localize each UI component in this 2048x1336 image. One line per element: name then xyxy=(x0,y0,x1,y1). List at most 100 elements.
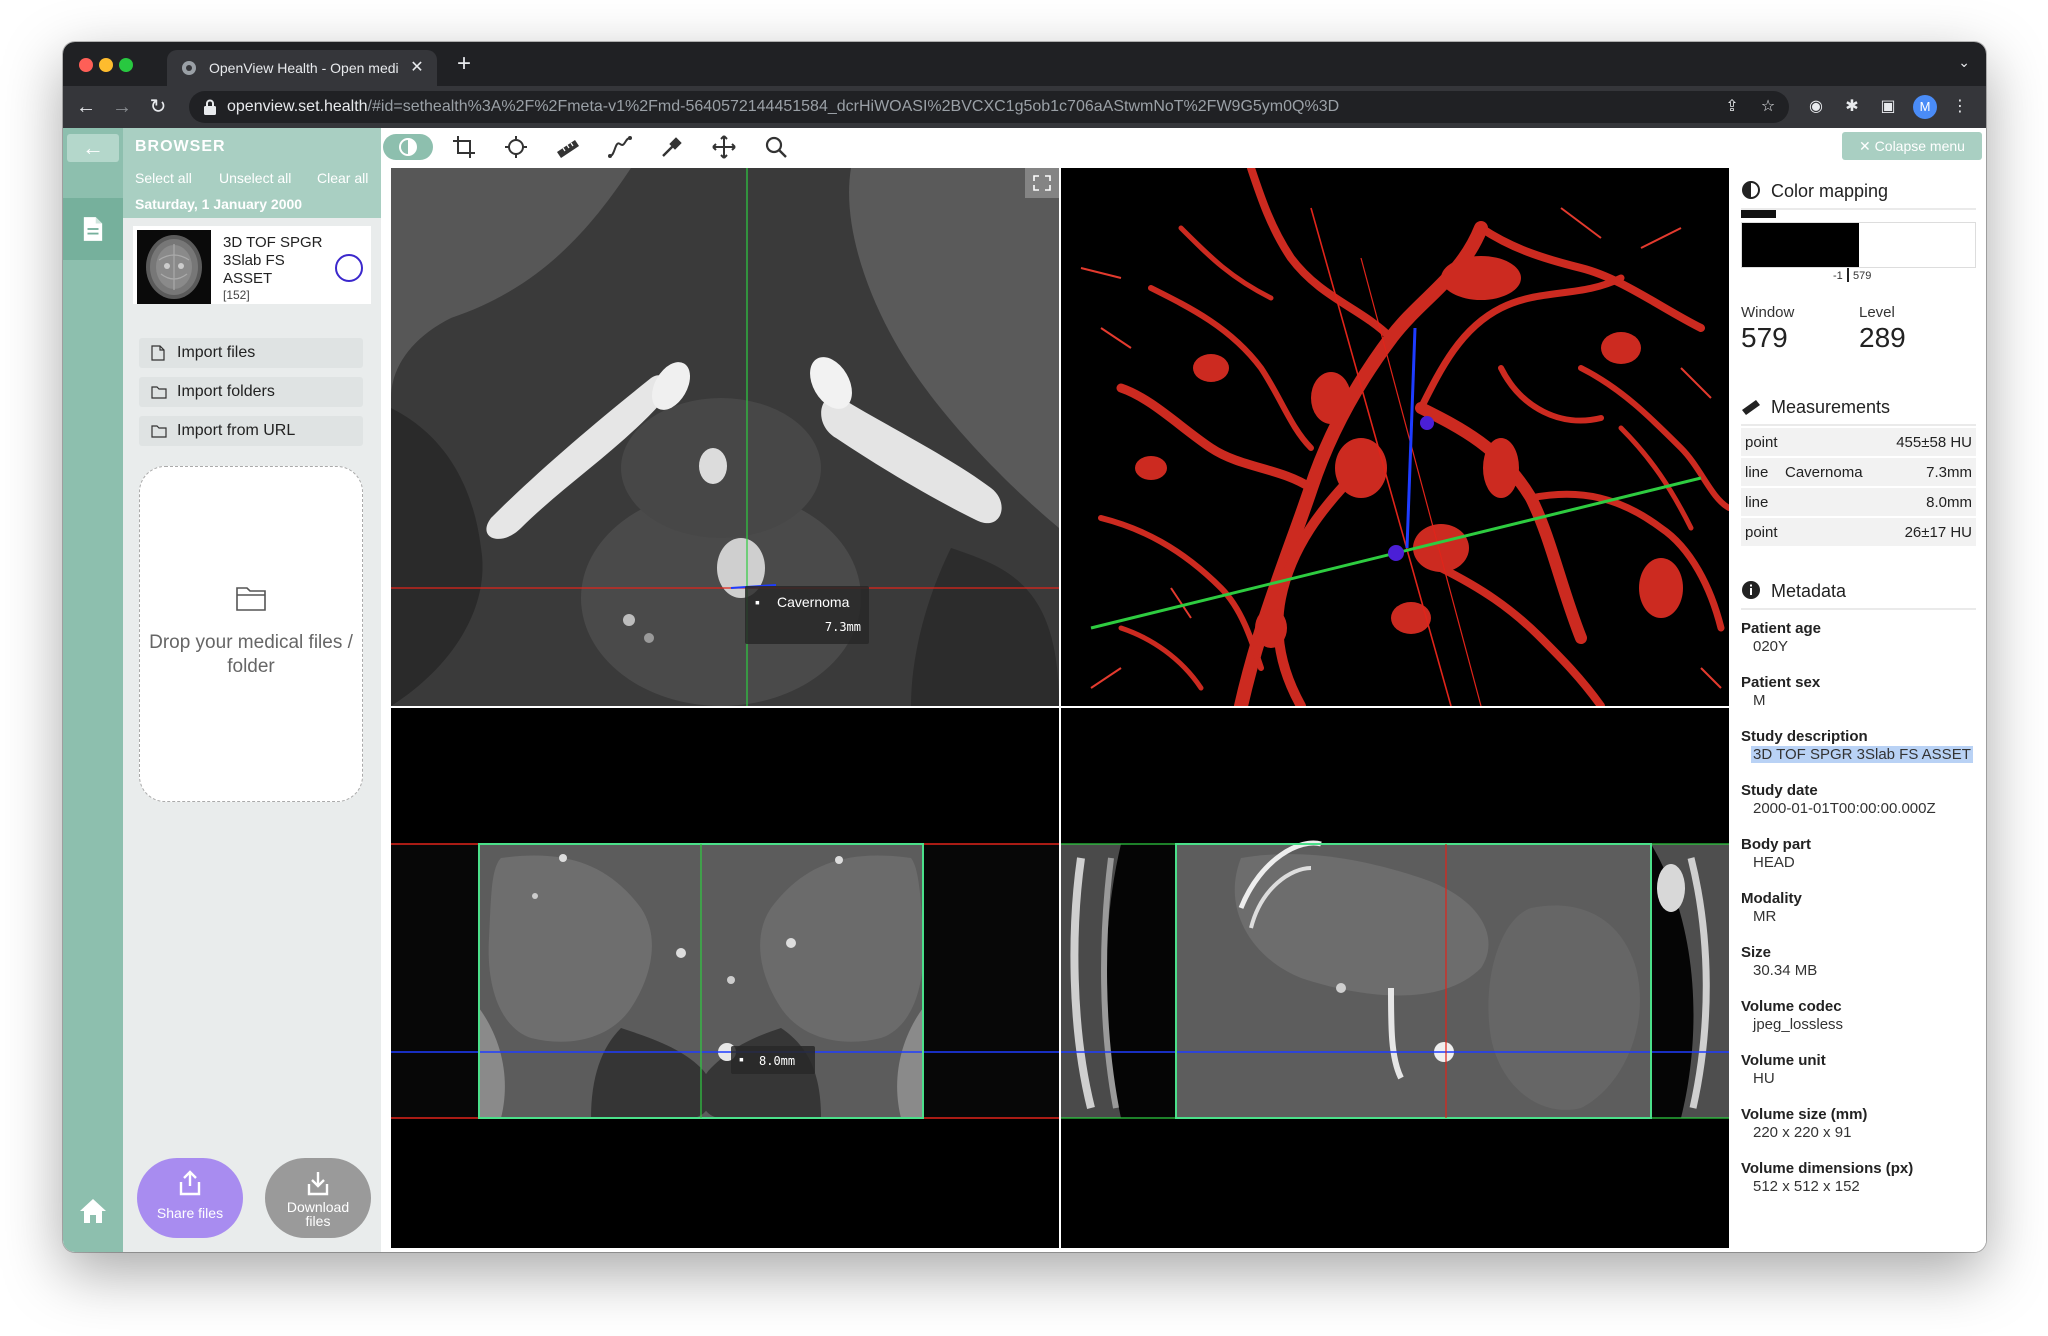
import-url-label: Import from URL xyxy=(177,422,296,439)
move-icon[interactable] xyxy=(711,134,737,160)
zoom-window-button[interactable] xyxy=(119,58,133,72)
coronal-viewport[interactable]: ▪ 8.0mm xyxy=(391,708,1059,1248)
study-date-heading: Saturday, 1 January 2000 xyxy=(135,196,303,212)
measurement-row[interactable]: point 455±58 HU xyxy=(1741,428,1976,456)
histogram-max-label: 579 xyxy=(1853,270,1872,282)
curve-icon[interactable] xyxy=(607,134,633,160)
folder-icon xyxy=(236,587,266,611)
metadata-heading: Metadata xyxy=(1741,580,1846,602)
colormap-swatch[interactable] xyxy=(1741,210,1776,218)
profile-avatar[interactable]: M xyxy=(1913,95,1937,119)
import-folders-label: Import folders xyxy=(177,383,275,400)
file-drop-zone[interactable]: Drop your medical files / folder xyxy=(139,466,363,802)
measurement-row[interactable]: line Cavernoma 7.3mm xyxy=(1741,458,1976,486)
share-page-icon[interactable]: ⇪ xyxy=(1721,96,1743,118)
histogram-min-label: -1 xyxy=(1833,270,1843,282)
meta-key-volume-codec: Volume codec xyxy=(1741,998,1842,1015)
meta-value-body-part: HEAD xyxy=(1753,854,1795,871)
axial-slice-image xyxy=(391,168,1059,706)
forward-icon[interactable]: → xyxy=(109,94,135,120)
histogram[interactable] xyxy=(1741,222,1976,268)
browser-tab[interactable]: OpenView Health - Open medic ✕ xyxy=(167,50,437,86)
meta-key-modality: Modality xyxy=(1741,890,1802,907)
contrast-tool-button[interactable] xyxy=(383,134,433,160)
tab-search-chevron-icon[interactable]: ⌄ xyxy=(1958,54,1970,71)
extensions-icon[interactable]: ✱ xyxy=(1841,96,1863,118)
expand-viewport-button[interactable] xyxy=(1025,168,1059,198)
level-value[interactable]: 289 xyxy=(1859,322,1906,354)
tab-title: OpenView Health - Open medic xyxy=(209,60,399,76)
coronal-slice-image xyxy=(391,708,1059,1248)
annotation-label: Cavernoma xyxy=(777,594,850,610)
side-panel-icon[interactable]: ▣ xyxy=(1877,96,1899,118)
browser-toolbar: ← → ↻ openview.set.health/#id=sethealth%… xyxy=(63,86,1986,128)
window-label: Window xyxy=(1741,304,1795,321)
contrast-icon xyxy=(1742,181,1760,199)
close-window-button[interactable] xyxy=(79,58,93,72)
series-item[interactable]: 3D TOF SPGR 3Slab FS ASSET [152] xyxy=(133,226,371,304)
collapse-menu-button[interactable]: ✕ Colapse menu xyxy=(1842,132,1982,160)
sagittal-slice-image xyxy=(1061,708,1729,1248)
meta-value-study-date: 2000-01-01T00:00:00.000Z xyxy=(1753,800,1936,817)
meta-key-volume-dimensions: Volume dimensions (px) xyxy=(1741,1160,1914,1177)
crop-icon[interactable] xyxy=(451,134,477,160)
download-files-button[interactable]: Download files xyxy=(265,1158,371,1238)
meta-value-volume-unit: HU xyxy=(1753,1070,1775,1087)
tab-strip: OpenView Health - Open medic ✕ + ⌄ xyxy=(63,42,1986,86)
contrast-icon xyxy=(399,138,417,156)
pipette-icon[interactable] xyxy=(659,134,685,160)
back-icon[interactable]: ← xyxy=(73,94,99,120)
ruler-icon[interactable] xyxy=(555,134,581,160)
browser-window: OpenView Health - Open medic ✕ + ⌄ ← → ↻… xyxy=(63,42,1986,1252)
sidebar-title: BROWSER xyxy=(135,138,226,155)
comment-icon: ▪ xyxy=(755,594,760,610)
password-manager-icon[interactable]: ◉ xyxy=(1805,96,1827,118)
address-bar[interactable]: openview.set.health/#id=sethealth%3A%2F%… xyxy=(189,91,1789,123)
import-url-button[interactable]: Import from URL xyxy=(139,416,363,446)
window-value[interactable]: 579 xyxy=(1741,322,1788,354)
clear-all-button[interactable]: Clear all xyxy=(317,170,368,186)
minimize-window-button[interactable] xyxy=(99,58,113,72)
zoom-icon[interactable] xyxy=(763,134,789,160)
bookmark-star-icon[interactable]: ☆ xyxy=(1757,96,1779,118)
series-select-radio[interactable] xyxy=(335,254,363,282)
home-icon[interactable] xyxy=(79,1198,107,1224)
more-menu-icon[interactable]: ⋮ xyxy=(1949,96,1971,118)
meta-value-patient-age: 020Y xyxy=(1753,638,1789,655)
unselect-all-button[interactable]: Unselect all xyxy=(219,170,291,186)
reload-icon[interactable]: ↻ xyxy=(145,94,171,120)
cavernoma-annotation[interactable]: ▪ Cavernoma 7.3mm xyxy=(745,586,869,644)
import-folders-button[interactable]: Import folders xyxy=(139,377,363,407)
crosshair-icon[interactable] xyxy=(503,134,529,160)
lock-icon xyxy=(204,99,216,115)
folder-icon xyxy=(151,386,167,399)
openview-favicon-icon xyxy=(182,61,196,75)
meta-key-patient-sex: Patient sex xyxy=(1741,674,1821,691)
histogram-window-marker[interactable] xyxy=(1847,268,1849,282)
section-divider xyxy=(1741,608,1976,610)
viewer-toolbar: ✕ Colapse menu xyxy=(381,128,1986,166)
sagittal-viewport[interactable] xyxy=(1061,708,1729,1248)
measurement-row[interactable]: line 8.0mm xyxy=(1741,488,1976,516)
annotation-length: 8.0mm xyxy=(759,1054,796,1068)
series-count: [152] xyxy=(223,288,250,302)
import-files-button[interactable]: Import files xyxy=(139,338,363,368)
files-panel-button[interactable] xyxy=(63,198,123,260)
left-rail: ← xyxy=(63,128,123,1252)
new-tab-button[interactable]: + xyxy=(451,52,477,76)
app-root: ← BROWSER Select all Unselect all Clear … xyxy=(63,128,1986,1252)
back-arrow-button[interactable]: ← xyxy=(67,134,119,162)
share-files-button[interactable]: Share files xyxy=(137,1158,243,1238)
vessel-render-image xyxy=(1061,168,1729,706)
color-mapping-heading: Color mapping xyxy=(1741,180,1888,202)
volume-3d-viewport[interactable] xyxy=(1061,168,1729,706)
measurement-row[interactable]: point 26±17 HU xyxy=(1741,518,1976,546)
meta-key-body-part: Body part xyxy=(1741,836,1812,853)
coronal-measure-annotation[interactable]: ▪ 8.0mm xyxy=(731,1046,815,1074)
share-upload-icon xyxy=(179,1170,201,1196)
expand-icon xyxy=(1033,175,1051,191)
select-all-button[interactable]: Select all xyxy=(135,170,192,186)
tab-close-icon[interactable]: ✕ xyxy=(407,58,427,78)
series-thumbnail xyxy=(137,230,211,304)
axial-viewport[interactable]: ▪ Cavernoma 7.3mm xyxy=(391,168,1059,706)
